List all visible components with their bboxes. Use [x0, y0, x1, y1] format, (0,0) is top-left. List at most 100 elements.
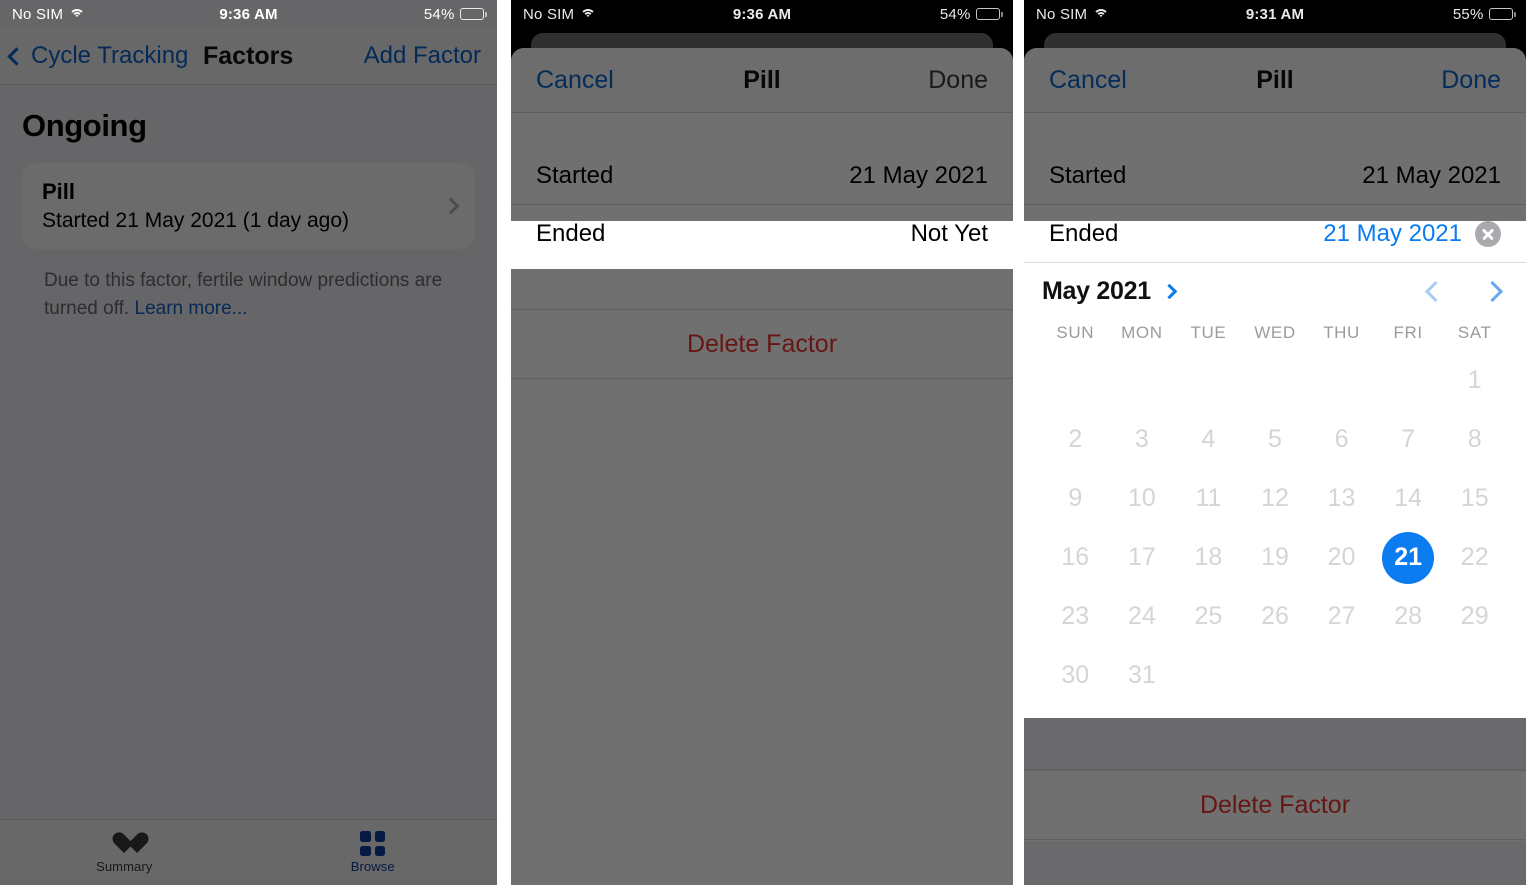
section-header-ongoing: Ongoing [22, 108, 147, 143]
row-ended[interactable]: Ended 21 May 2021 [1024, 205, 1526, 263]
factor-subtitle: Started 21 May 2021 (1 day ago) [42, 208, 350, 232]
row-ended[interactable]: Ended Not Yet [511, 205, 1013, 263]
calendar-day-14[interactable]: 14 [1375, 469, 1442, 528]
calendar-day-8[interactable]: 8 [1441, 410, 1508, 469]
navigation-bar: Cycle Tracking Factors Add Factor [0, 28, 497, 85]
status-bar: No SIM 9:36 AM 54% [511, 0, 1013, 28]
calendar-day-29[interactable]: 29 [1441, 587, 1508, 646]
calendar-day-21[interactable]: 21 [1375, 528, 1442, 587]
calendar-day-4[interactable]: 4 [1175, 410, 1242, 469]
calendar-day-15[interactable]: 15 [1441, 469, 1508, 528]
status-right: 54% [940, 6, 1003, 23]
calendar-day-7[interactable]: 7 [1375, 410, 1442, 469]
back-button-cycle-tracking[interactable]: Cycle Tracking [7, 42, 189, 70]
calendar-day-3[interactable]: 3 [1109, 410, 1176, 469]
learn-more-link[interactable]: Learn more... [135, 298, 248, 319]
previous-month-icon[interactable] [1424, 280, 1447, 302]
calendar-day-2[interactable]: 2 [1042, 410, 1109, 469]
calendar-day-22[interactable]: 22 [1441, 528, 1508, 587]
clear-circle-icon[interactable] [1475, 220, 1501, 247]
status-time: 9:31 AM [1245, 5, 1305, 23]
weekday-tue: TUE [1190, 323, 1227, 342]
row-started[interactable]: Started 21 May 2021 [1024, 147, 1526, 205]
calendar-day-20[interactable]: 20 [1308, 528, 1375, 587]
calendar-day-13[interactable]: 13 [1308, 469, 1375, 528]
calendar-day-24[interactable]: 24 [1109, 587, 1176, 646]
factor-card-pill[interactable]: Pill Started 21 May 2021 (1 day ago) [22, 163, 475, 249]
row-started[interactable]: Started 21 May 2021 [511, 147, 1013, 205]
calendar-day-empty [1242, 351, 1309, 410]
factors-screen: Cycle Tracking Factors Add Factor Ongoin… [0, 0, 497, 885]
row-ended-label: Ended [1049, 219, 1119, 247]
calendar-day-10[interactable]: 10 [1109, 469, 1176, 528]
add-factor-button[interactable]: Add Factor [364, 42, 481, 70]
battery-icon [1488, 8, 1516, 20]
calendar-day-23[interactable]: 23 [1042, 587, 1109, 646]
row-started-label: Started [536, 161, 614, 189]
phone-screen-pill-detail: No SIM 9:36 AM 54% Cancel Pill Done Star… [511, 0, 1013, 885]
calendar-day-17[interactable]: 17 [1109, 528, 1176, 587]
calendar-week-row: 2345678 [1042, 410, 1508, 469]
done-button[interactable]: Done [928, 66, 988, 95]
calendar-day-empty [1308, 646, 1375, 705]
phone-screen-pill-date-picker: No SIM 9:31 AM 55% Cancel Pill Done Star… [1024, 0, 1526, 885]
screenshot-stage: Cycle Tracking Factors Add Factor Ongoin… [0, 0, 1526, 885]
calendar-day-12[interactable]: 12 [1242, 469, 1309, 528]
calendar-day-19[interactable]: 19 [1242, 528, 1309, 587]
sheet-navigation-bar: Cancel Pill Done [1024, 48, 1526, 113]
row-ended-value[interactable]: 21 May 2021 [1323, 220, 1462, 248]
delete-factor-button[interactable]: Delete Factor [511, 309, 1013, 379]
calendar-day-9[interactable]: 9 [1042, 469, 1109, 528]
calendar-day-18[interactable]: 18 [1175, 528, 1242, 587]
chevron-right-icon [442, 197, 460, 215]
calendar-day-16[interactable]: 16 [1042, 528, 1109, 587]
done-button[interactable]: Done [1441, 66, 1501, 95]
calendar-month-label[interactable]: May 2021 [1042, 277, 1151, 306]
calendar-week-row: 9 10 11 12 13 14 15 [1042, 469, 1508, 528]
calendar-day-empty [1242, 646, 1309, 705]
chevron-right-icon[interactable] [1161, 283, 1178, 299]
battery-percent-label: 54% [939, 5, 971, 23]
weekday-sat: SAT [1457, 323, 1492, 342]
section-spacer [1024, 113, 1526, 147]
status-time: 9:36 AM [732, 5, 792, 23]
row-ended-value: Not Yet [910, 220, 988, 247]
calendar-day-25[interactable]: 25 [1175, 587, 1242, 646]
calendar-day-27[interactable]: 27 [1308, 587, 1375, 646]
delete-factor-button[interactable]: Delete Factor [1024, 770, 1526, 840]
section-spacer-3 [1024, 718, 1526, 770]
calendar-day-empty [1175, 351, 1242, 410]
weekday-thu: THU [1323, 323, 1360, 342]
calendar-day-empty [1375, 646, 1442, 705]
row-started-value: 21 May 2021 [1362, 161, 1501, 189]
calendar-day-30[interactable]: 30 [1042, 646, 1109, 705]
weekday-fri: FRI [1393, 323, 1423, 342]
status-bar: No SIM 9:31 AM 55% [1024, 0, 1526, 28]
calendar-day-5[interactable]: 5 [1242, 410, 1309, 469]
tab-summary[interactable]: Summary [0, 820, 249, 885]
next-month-icon[interactable] [1481, 280, 1504, 302]
calendar-day-empty [1175, 646, 1242, 705]
row-ended-label: Ended [536, 220, 606, 247]
status-right: 54% [424, 6, 487, 23]
status-right: 55% [1453, 6, 1516, 23]
back-button-label: Cycle Tracking [31, 42, 189, 69]
battery-icon [975, 8, 1003, 20]
calendar-week-row: 1 [1042, 351, 1508, 410]
heart-icon [111, 832, 137, 856]
calendar-day-31[interactable]: 31 [1109, 646, 1176, 705]
delete-section: Delete Factor [1024, 718, 1526, 885]
selected-day-badge: 21 [1382, 531, 1435, 584]
calendar-weekday-header: SUN MON TUE WED THU FRI SAT [1042, 319, 1508, 351]
tab-summary-label: Summary [96, 858, 153, 874]
tab-browse-label: Browse [350, 859, 395, 874]
calendar-day-28[interactable]: 28 [1375, 587, 1442, 646]
calendar-day-empty [1308, 351, 1375, 410]
calendar-day-1[interactable]: 1 [1441, 351, 1508, 410]
calendar-day-11[interactable]: 11 [1175, 469, 1242, 528]
calendar-day-26[interactable]: 26 [1242, 587, 1309, 646]
chevron-left-icon [7, 46, 26, 66]
calendar-day-empty [1109, 351, 1176, 410]
tab-browse[interactable]: Browse [249, 820, 498, 885]
calendar-day-6[interactable]: 6 [1308, 410, 1375, 469]
